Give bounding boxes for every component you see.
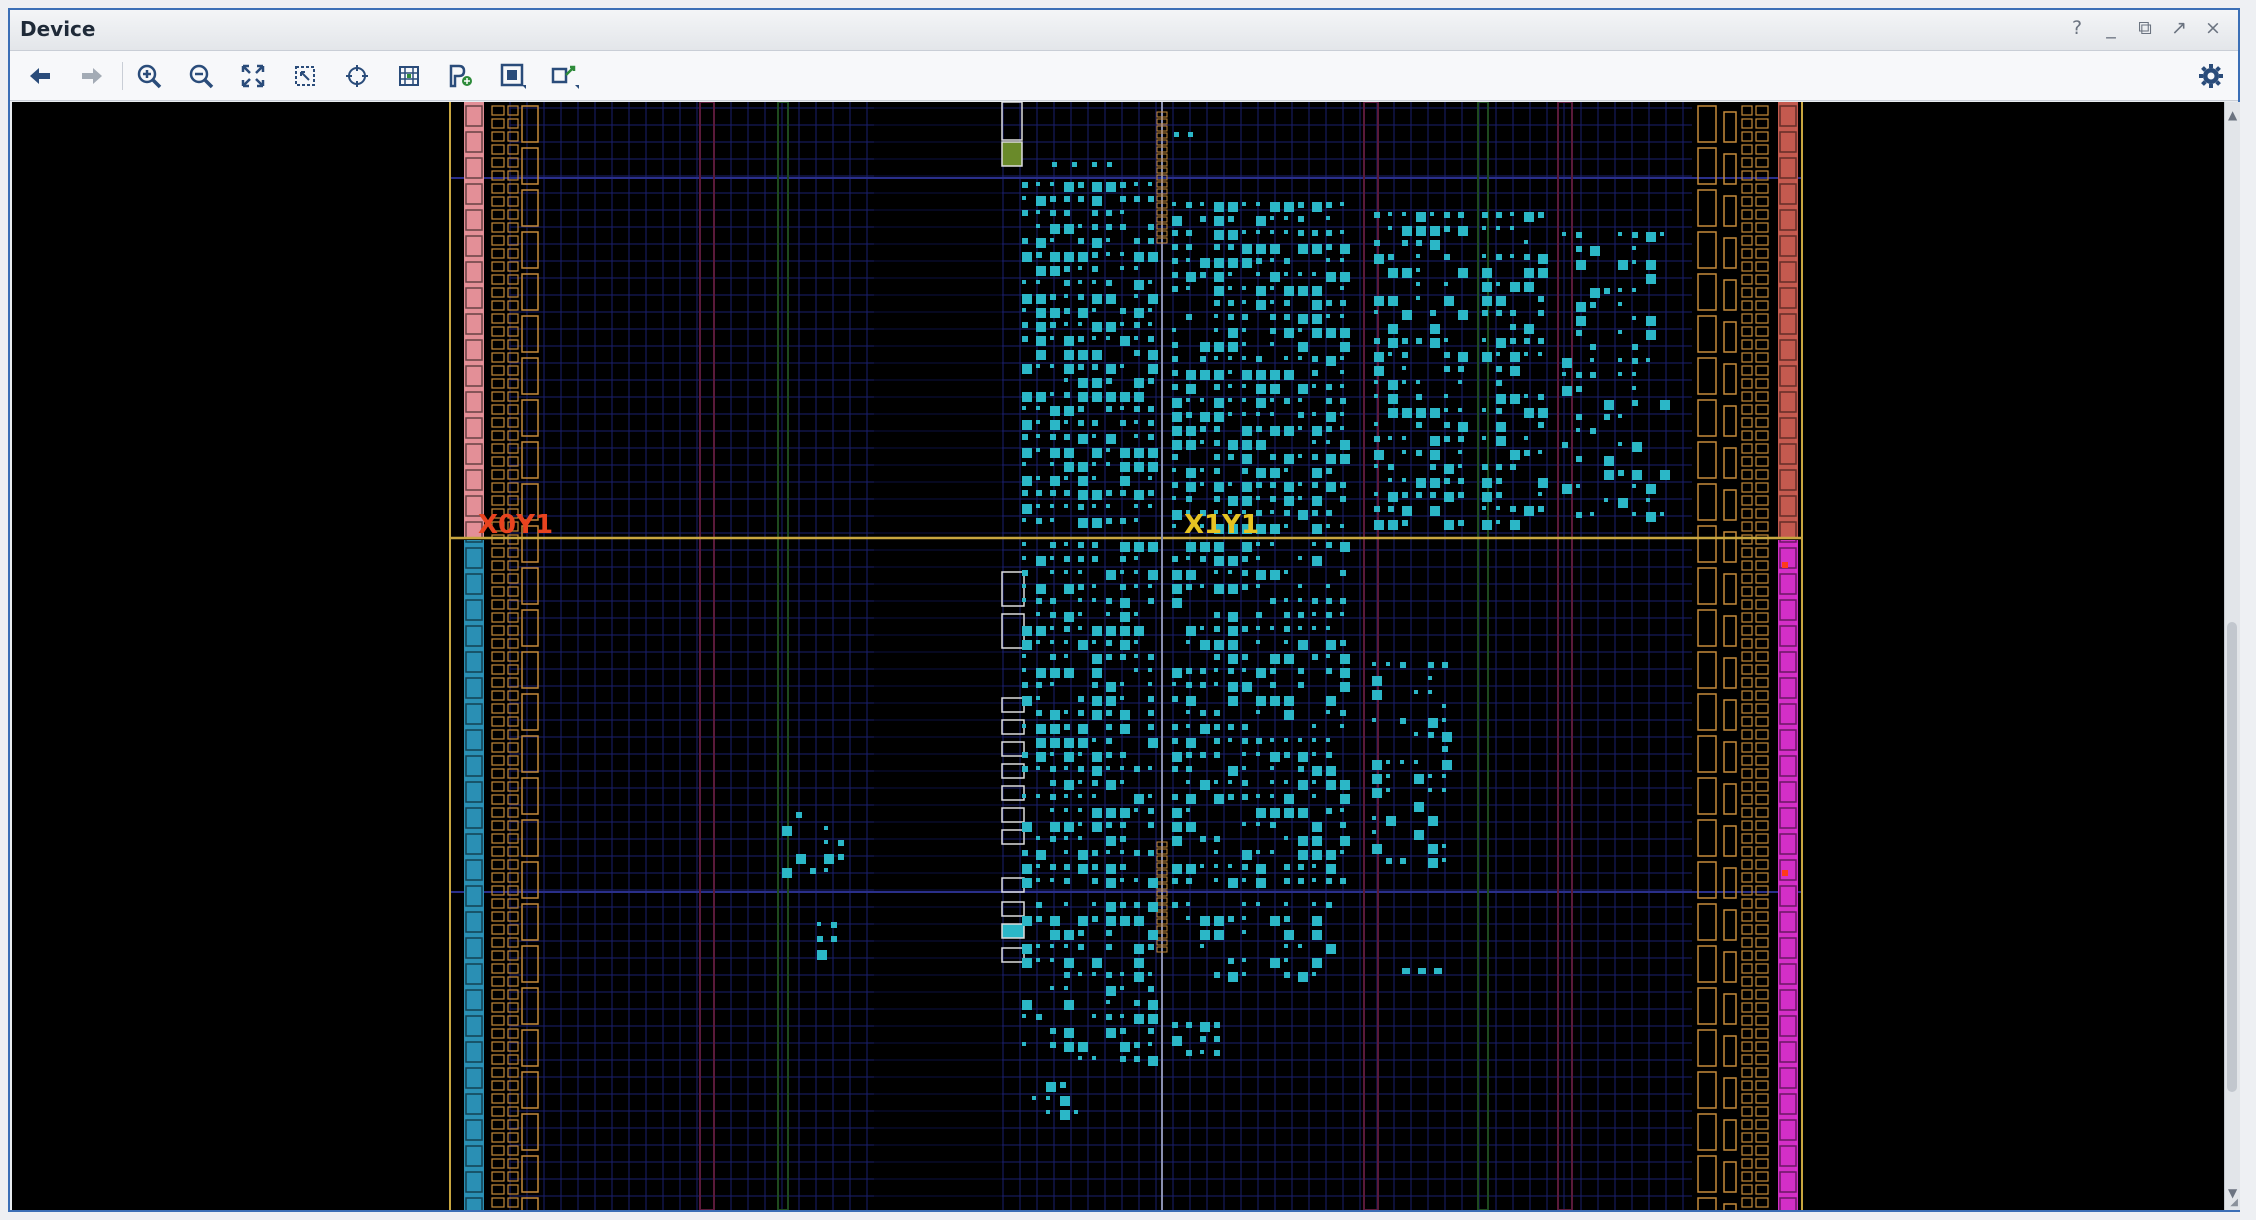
toolbar-separator: [122, 61, 123, 90]
clock-region-label-x0y1: X0Y1: [478, 510, 553, 540]
back-button[interactable]: [18, 56, 62, 96]
settings-button[interactable]: [2194, 59, 2228, 93]
forward-button[interactable]: [70, 56, 114, 96]
draw-box-button[interactable]: [543, 56, 587, 96]
zoom-selected-button[interactable]: [283, 56, 327, 96]
create-pblock-button[interactable]: [439, 56, 483, 96]
window-title: Device: [20, 17, 96, 41]
arrow-right-icon: [82, 67, 102, 84]
device-floorplan[interactable]: X0Y1 X1Y1: [12, 101, 2224, 1220]
close-icon[interactable]: ×: [2202, 16, 2224, 40]
title-bar: Device ? _ ⧉ ↗ ×: [10, 10, 2238, 51]
maximize-icon[interactable]: ↗: [2168, 16, 2190, 40]
crosshair-icon: [346, 64, 368, 87]
zoom-out-button[interactable]: [179, 56, 223, 96]
zoom-in-icon: [137, 64, 162, 88]
gear-icon: [2199, 64, 2223, 88]
pblock-icon: [449, 64, 472, 87]
minimize-icon[interactable]: _: [2100, 16, 2122, 40]
resize-grip-icon[interactable]: ◢: [2230, 1197, 2238, 1208]
routing-resources-button[interactable]: [387, 56, 431, 96]
restore-icon[interactable]: ⧉: [2134, 16, 2156, 40]
io-bank-left-upper: [464, 102, 484, 538]
device-toolbar: [10, 51, 2238, 101]
draw-box-icon: [551, 65, 579, 89]
arrow-left-icon: [30, 67, 50, 84]
io-bank-right-upper: [1778, 102, 1798, 538]
scroll-up-icon[interactable]: ▲: [2228, 108, 2237, 122]
zoom-out-icon: [189, 64, 214, 88]
zoom-selected-icon: [295, 65, 315, 86]
device-window: Device ? _ ⧉ ↗ × X0Y1 X1Y1 ▲ ▼ ◢: [8, 8, 2240, 1220]
zoom-fit-button[interactable]: [231, 56, 275, 96]
vertical-scrollbar[interactable]: ▲ ▼ ◢: [2224, 102, 2240, 1210]
select-area-icon: [500, 63, 526, 89]
scroll-thumb[interactable]: [2227, 622, 2237, 1092]
device-canvas[interactable]: X0Y1 X1Y1: [12, 101, 2224, 1220]
auto-fit-selection-button[interactable]: [335, 56, 379, 96]
clock-region-label-x1y1: X1Y1: [1184, 510, 1259, 540]
zoom-in-button[interactable]: [127, 56, 171, 96]
fit-icon: [241, 64, 265, 87]
routing-icon: [399, 65, 419, 86]
window-controls: ? _ ⧉ ↗ ×: [2066, 16, 2224, 40]
select-area-button[interactable]: [491, 56, 535, 96]
io-bank-left-lower: [464, 540, 484, 1210]
help-icon[interactable]: ?: [2066, 16, 2088, 40]
